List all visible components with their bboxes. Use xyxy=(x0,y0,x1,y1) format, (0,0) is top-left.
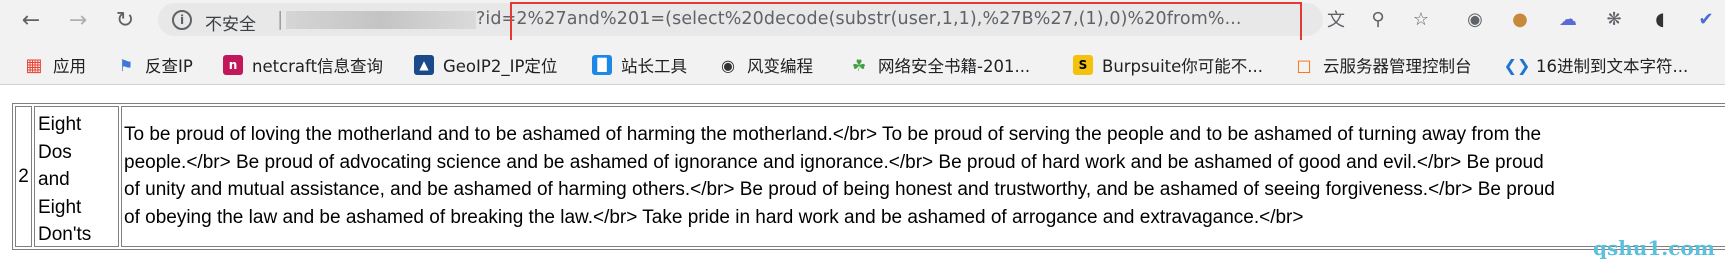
content-line: of unity and mutual assistance, and be a… xyxy=(124,179,1555,200)
blurred-host xyxy=(286,11,476,29)
address-separator: | xyxy=(277,8,284,30)
bookmark-netcraft[interactable]: n netcraft信息查询 xyxy=(223,54,383,76)
bookmark-burpsuite[interactable]: S Burpsuite你可能不... xyxy=(1073,54,1263,76)
cookie-icon[interactable]: ● xyxy=(1509,8,1531,30)
bookmark-reverse-ip[interactable]: ⚑ 反查IP xyxy=(116,54,193,77)
code-icon: ❮❯ xyxy=(1503,55,1531,75)
bookmarks-bar: ▦ 应用 ⚑ 反查IP n netcraft信息查询 ▲ GeoIP2_IP定位… xyxy=(0,40,1725,85)
s-icon: S xyxy=(1073,55,1093,75)
bookmark-cloud-console[interactable]: □ 云服务器管理控制台 xyxy=(1294,54,1471,77)
arrow-right-icon: → xyxy=(68,7,88,33)
result-table: 2 Eight Dos and Eight Don'ts To be proud… xyxy=(12,103,1725,250)
netcraft-icon: n xyxy=(223,55,243,75)
row-content-cell: To be proud of loving the motherland and… xyxy=(121,106,1725,247)
github-icon[interactable]: ◖ xyxy=(1649,8,1671,30)
bookmark-apps[interactable]: ▦ 应用 xyxy=(24,54,86,77)
panda-icon: ◉ xyxy=(721,55,735,75)
reload-icon: ↻ xyxy=(115,7,135,33)
browser-toolbar: ← → ↻ i 不安全 | ?id=2%27and%201=(select%20… xyxy=(0,0,1725,68)
title-line: Don'ts xyxy=(38,224,92,245)
content-line: To be proud of loving the motherland and… xyxy=(124,124,1542,145)
arrow-left-icon: ← xyxy=(21,7,41,33)
title-line: Eight xyxy=(38,114,82,135)
extension-icon[interactable]: ❋ xyxy=(1603,8,1625,30)
translate-icon[interactable]: 文 xyxy=(1325,8,1347,31)
row-id-cell: 2 xyxy=(15,106,32,247)
bookmark-security-books[interactable]: ☘ 网络安全书籍-201... xyxy=(849,54,1030,77)
apps-icon: ▦ xyxy=(25,54,43,76)
title-line: Eight xyxy=(38,196,82,218)
star-icon[interactable]: ☆ xyxy=(1410,8,1432,30)
cactus-icon: ☘ xyxy=(851,55,867,75)
back-button[interactable]: ← xyxy=(15,4,47,36)
content-line: people.</br> Be proud of advocating scie… xyxy=(124,151,1544,173)
content-line: of obeying the law and be ashamed of bre… xyxy=(124,206,1304,228)
info-icon[interactable]: i xyxy=(172,10,192,30)
forward-button[interactable]: → xyxy=(62,4,94,36)
title-line: and xyxy=(38,169,70,190)
chinaz-icon: █ xyxy=(592,55,612,75)
flag-icon: ⚑ xyxy=(118,55,134,75)
security-label[interactable]: 不安全 xyxy=(205,10,256,35)
row-title-cell: Eight Dos and Eight Don'ts xyxy=(34,106,119,247)
bookmark-fengbian[interactable]: ◉ 风变编程 xyxy=(718,54,813,77)
cloud-icon[interactable]: ☁ xyxy=(1557,8,1579,30)
bookmark-chinaz[interactable]: █ 站长工具 xyxy=(592,54,687,76)
reload-button[interactable]: ↻ xyxy=(109,4,141,36)
zoom-icon[interactable]: ⚲ xyxy=(1367,8,1389,30)
bookmark-geoip2[interactable]: ▲ GeoIP2_IP定位 xyxy=(414,54,557,76)
bookmark-hex-to-text[interactable]: ❮❯ 16进制到文本字符... xyxy=(1503,54,1689,77)
title-line: Dos xyxy=(38,141,72,163)
site-watermark: qshu1.com xyxy=(1593,236,1715,260)
shield-icon[interactable]: ✔ xyxy=(1695,8,1717,30)
profile-icon[interactable]: ◉ xyxy=(1464,8,1486,30)
geoip-icon: ▲ xyxy=(414,55,434,75)
cloud-console-icon: □ xyxy=(1296,55,1312,75)
